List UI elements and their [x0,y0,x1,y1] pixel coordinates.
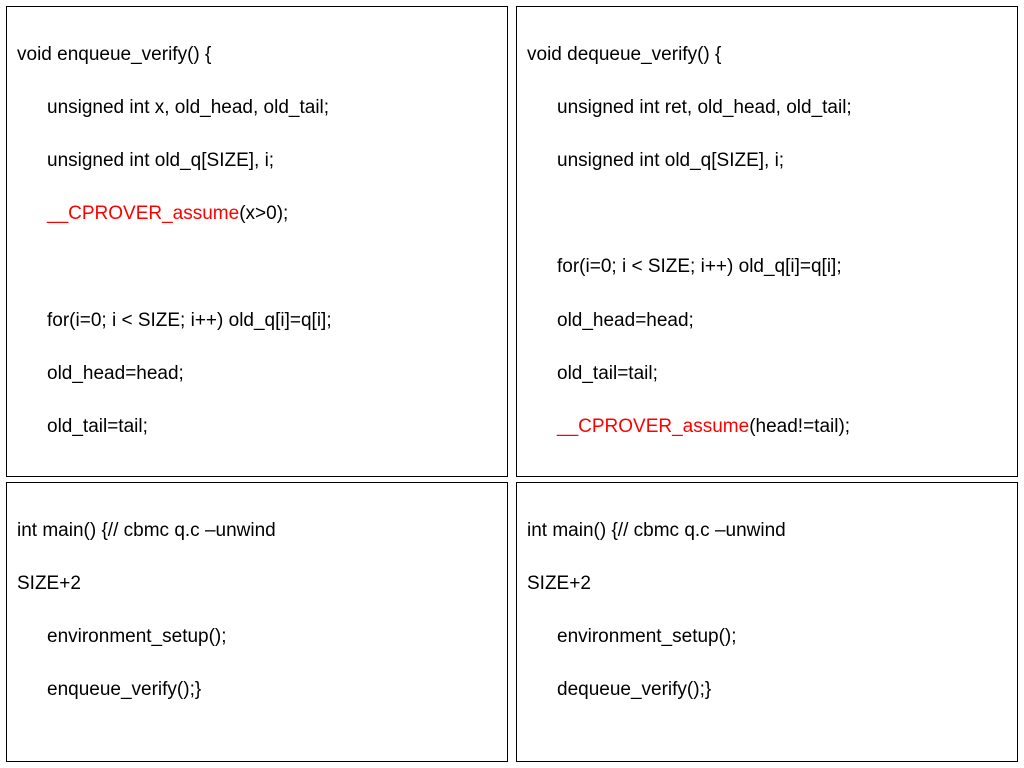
code-text: (head!=tail); [749,416,850,437]
code-line: old_tail=tail; [527,361,1007,388]
code-line: environment_setup(); [527,624,1007,651]
keyword-cprover-assume: __CPROVER_assume [557,416,749,437]
code-line: int main() {// cbmc q.c –unwind [17,518,497,545]
code-line: SIZE+2 [527,571,1007,598]
code-panels-grid: void enqueue_verify() { unsigned int x, … [6,6,1018,762]
blank-line [527,467,1007,477]
code-line: unsigned int old_q[SIZE], i; [527,148,1007,175]
code-line: void dequeue_verify() { [527,42,1007,69]
code-text: (x>0); [239,203,288,224]
blank-line [527,201,1007,228]
code-line: enqueue_verify();} [17,677,497,704]
panel-enqueue-verify: void enqueue_verify() { unsigned int x, … [6,6,508,477]
blank-line [17,467,497,477]
code-line: dequeue_verify();} [527,677,1007,704]
code-line: __CPROVER_assume(head!=tail); [527,414,1007,441]
code-line: for(i=0; i < SIZE; i++) old_q[i]=q[i]; [527,254,1007,281]
code-line: environment_setup(); [17,624,497,651]
keyword-cprover-assume: __CPROVER_assume [47,203,239,224]
panel-dequeue-verify: void dequeue_verify() { unsigned int ret… [516,6,1018,477]
code-line: int main() {// cbmc q.c –unwind [527,518,1007,545]
code-line: __CPROVER_assume(x>0); [17,201,497,228]
code-line: unsigned int x, old_head, old_tail; [17,95,497,122]
code-line: SIZE+2 [17,571,497,598]
code-line: old_head=head; [527,308,1007,335]
blank-line [17,254,497,281]
code-line: unsigned int ret, old_head, old_tail; [527,95,1007,122]
code-line: for(i=0; i < SIZE; i++) old_q[i]=q[i]; [17,308,497,335]
code-line: unsigned int old_q[SIZE], i; [17,148,497,175]
code-line: void enqueue_verify() { [17,42,497,69]
panel-main-enqueue: int main() {// cbmc q.c –unwind SIZE+2 e… [6,482,508,762]
code-line: old_tail=tail; [17,414,497,441]
code-line: old_head=head; [17,361,497,388]
panel-main-dequeue: int main() {// cbmc q.c –unwind SIZE+2 e… [516,482,1018,762]
